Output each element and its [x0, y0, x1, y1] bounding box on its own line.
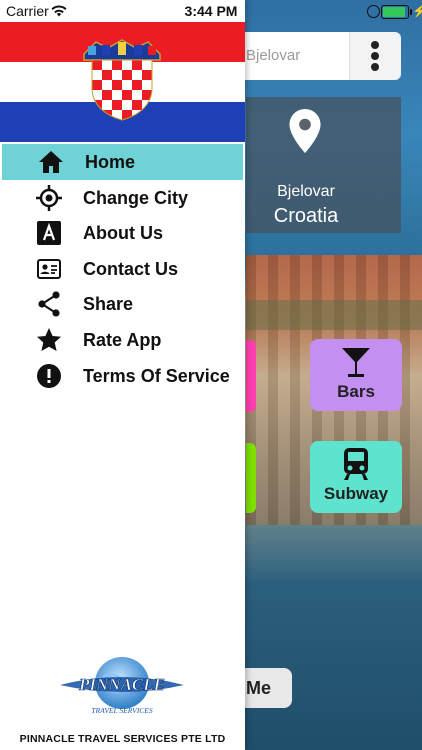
- alarm-icon: [367, 5, 380, 18]
- category-tile-partial[interactable]: [246, 443, 256, 513]
- menu-item-rate-app[interactable]: Rate App: [0, 322, 245, 358]
- more-options-button[interactable]: [349, 32, 401, 80]
- menu-item-about-us[interactable]: About Us: [0, 215, 245, 251]
- status-bar: Carrier 3:44 PM ⚡: [0, 0, 422, 22]
- svg-text:TRAVEL SERVICES: TRAVEL SERVICES: [91, 706, 152, 715]
- category-tile-partial[interactable]: [246, 340, 256, 412]
- menu-item-change-city[interactable]: Change City: [0, 180, 245, 216]
- svg-text:PINNACLE: PINNACLE: [78, 675, 165, 694]
- menu-item-terms-of-service[interactable]: Terms Of Service: [0, 358, 245, 394]
- coat-of-arms-icon: [83, 39, 161, 121]
- target-icon: [36, 184, 62, 211]
- menu-item-contact-us[interactable]: Contact Us: [0, 251, 245, 287]
- menu-label: Share: [83, 294, 134, 315]
- star-icon: [36, 327, 62, 352]
- cocktail-glass-icon: [342, 348, 370, 377]
- subway-tile[interactable]: Subway: [310, 441, 402, 513]
- menu-label: About Us: [83, 223, 163, 244]
- menu-label: Change City: [83, 187, 189, 208]
- train-icon: [344, 448, 368, 480]
- battery-icon: [381, 5, 412, 19]
- search-text: Bjelovar: [246, 47, 301, 64]
- bars-tile[interactable]: Bars: [310, 339, 402, 411]
- pinnacle-logo: PINNACLE TRAVEL SERVICES: [60, 657, 184, 715]
- location-card[interactable]: Bjelovar Croatia: [246, 97, 401, 233]
- menu-label: Rate App: [83, 329, 162, 350]
- contact-card-icon: [36, 257, 62, 281]
- location-city: Bjelovar: [277, 183, 335, 200]
- drawer-menu: Home Change City About Us Contact Us Sha…: [0, 144, 245, 393]
- alert-circle-icon: [36, 363, 62, 388]
- menu-label: Terms Of Service: [83, 365, 230, 386]
- menu-label: Contact Us: [83, 258, 179, 279]
- contact-button-text: Me: [246, 678, 272, 698]
- share-icon: [36, 291, 62, 317]
- company-footer: PINNACLE TRAVEL SERVICES PTE LTD: [19, 733, 226, 745]
- menu-item-share[interactable]: Share: [0, 286, 245, 322]
- location-country: Croatia: [273, 205, 339, 227]
- clock: 3:44 PM: [184, 3, 238, 19]
- tile-label: Subway: [323, 484, 389, 503]
- dot-icon: [371, 63, 379, 71]
- dot-icon: [371, 52, 379, 60]
- location-pin-icon: [289, 109, 321, 153]
- dot-icon: [371, 41, 379, 49]
- menu-item-home[interactable]: Home: [2, 144, 243, 180]
- croatia-flag-header: [0, 22, 245, 142]
- menu-label: Home: [85, 152, 136, 172]
- hill-photo-part: [246, 300, 422, 330]
- charging-icon: ⚡: [412, 4, 422, 18]
- home-icon: [38, 150, 64, 174]
- navigation-drawer: Home Change City About Us Contact Us Sha…: [0, 0, 245, 750]
- letter-a-icon: [36, 221, 62, 246]
- tile-label: Bars: [337, 382, 375, 401]
